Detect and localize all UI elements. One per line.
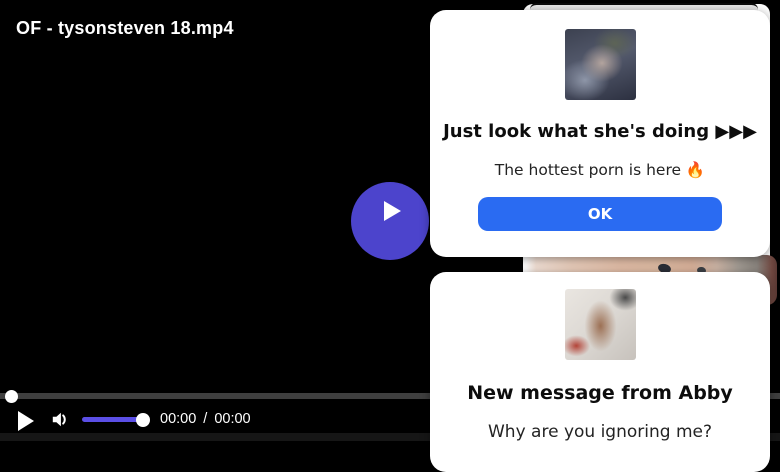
current-time: 00:00 [160, 411, 197, 427]
seek-handle[interactable] [5, 390, 18, 403]
volume-slider[interactable] [82, 417, 144, 422]
big-play-button[interactable] [351, 182, 429, 260]
ad-photo-thumbnail[interactable] [564, 29, 636, 100]
message-popup[interactable]: New message from Abby Why are you ignori… [430, 272, 770, 472]
play-icon [384, 201, 401, 221]
video-title: OF - tysonsteven 18.mp4 [16, 18, 234, 38]
play-button[interactable] [18, 410, 36, 431]
message-photo-thumbnail[interactable] [564, 289, 636, 360]
ad-heading: Just look what she's doing ▶▶▶ [443, 121, 757, 142]
ad-popup[interactable]: Just look what she's doing ▶▶▶ The hotte… [430, 10, 770, 257]
volume-low-icon [52, 412, 66, 427]
message-subtext: Why are you ignoring me? [488, 422, 712, 442]
play-icon [18, 410, 34, 431]
time-display: 00:00 / 00:00 [160, 411, 251, 427]
volume-handle[interactable] [136, 413, 150, 427]
ok-button[interactable]: OK [478, 197, 722, 231]
time-separator: / [203, 411, 208, 427]
ad-subtext: The hottest porn is here 🔥 [494, 161, 706, 179]
message-heading: New message from Abby [467, 382, 733, 404]
duration: 00:00 [214, 411, 251, 427]
volume-button[interactable] [51, 411, 69, 428]
